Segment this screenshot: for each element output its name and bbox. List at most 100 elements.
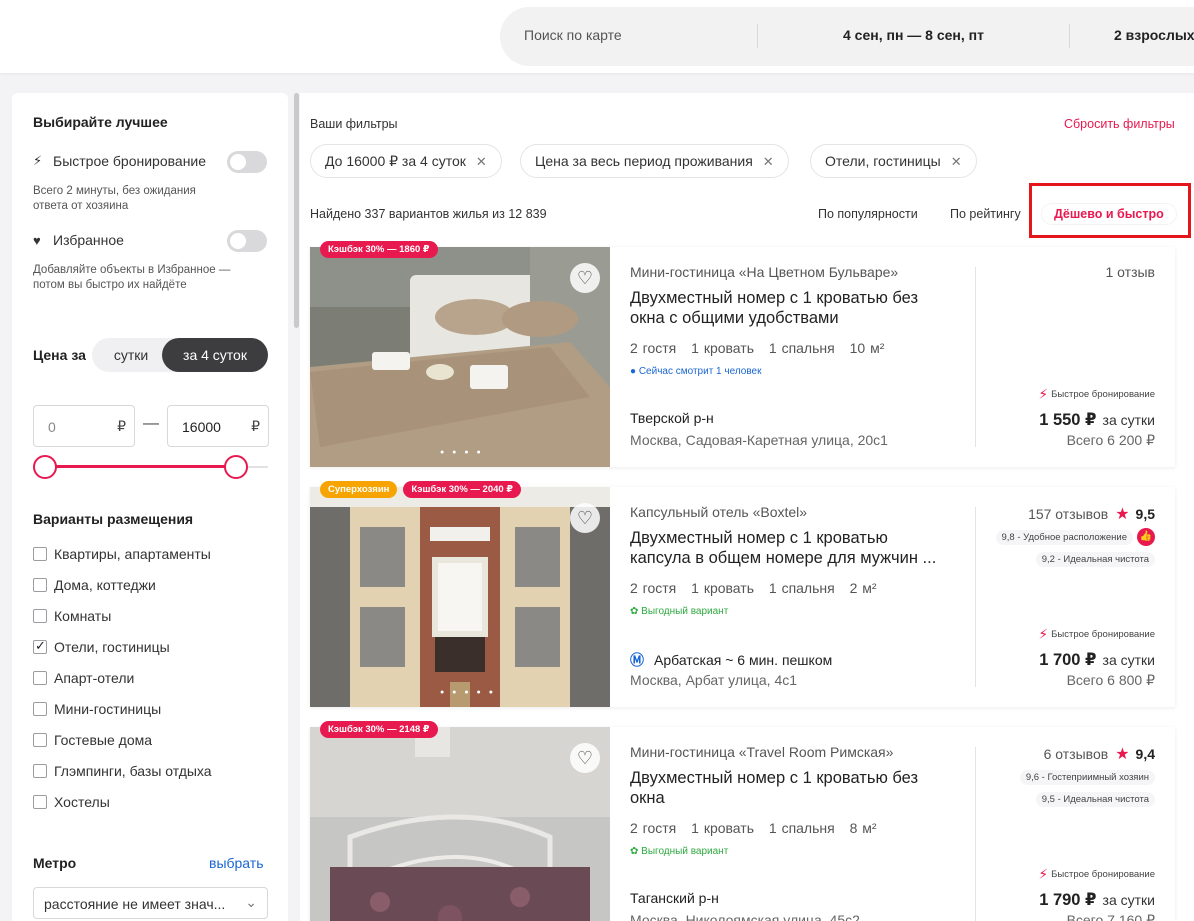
listing-type: Мини-гостиница «На Цветном Бульваре» bbox=[630, 264, 899, 280]
listing-specs: 2 гостя 1 кровать 1 спальня 8 м² bbox=[630, 820, 887, 836]
top-bar: Поиск по карте 4 сен, пн — 8 сен, пт 2 в… bbox=[0, 0, 1194, 73]
cashback-badge: Кэшбэк 30% — 1860 ₽ bbox=[320, 241, 438, 258]
results-count: Найдено 337 вариантов жилья из 12 839 bbox=[310, 207, 547, 221]
checkbox[interactable] bbox=[33, 795, 47, 809]
thumbs-up-icon: 👍 bbox=[1137, 528, 1155, 546]
accommodation-option[interactable]: Отели, гостиницы bbox=[33, 638, 170, 655]
accommodation-option[interactable]: Глэмпинги, базы отдыха bbox=[33, 763, 212, 779]
fast-booking-note: Всего 2 минуты, без ожидания ответа от х… bbox=[33, 185, 196, 212]
listing-title[interactable]: Двухместный номер с 1 кроватью капсула в… bbox=[630, 528, 950, 568]
rating-score: 9,5 bbox=[1135, 506, 1155, 522]
checkbox[interactable] bbox=[33, 702, 47, 716]
listing-card[interactable]: ♡ ● ● ● ● ● Суперхозяин Кэшбэк 30% — 204… bbox=[310, 481, 1175, 707]
favorite-heart-icon[interactable]: ♡ bbox=[570, 503, 600, 533]
price-min-value: 0 bbox=[48, 419, 56, 435]
accommodation-option[interactable]: Апарт-отели bbox=[33, 670, 134, 686]
checkbox[interactable] bbox=[33, 733, 47, 747]
checkbox[interactable] bbox=[33, 638, 47, 654]
reviews-label: 6 отзывов bbox=[1043, 746, 1109, 762]
accommodation-option[interactable]: Квартиры, апартаменты bbox=[33, 546, 211, 562]
price-slider-max-handle[interactable] bbox=[224, 455, 248, 479]
listing-total: Всего 6 200 ₽ bbox=[1066, 432, 1155, 448]
filters-sidebar: Выбирайте лучшее ⚡ Быстрое бронирование … bbox=[12, 93, 288, 921]
rating-score: 9,4 bbox=[1135, 746, 1155, 762]
checkbox[interactable] bbox=[33, 578, 47, 592]
listing-district: Тверской р-н bbox=[630, 410, 714, 426]
accommodation-option-label: Мини-гостиницы bbox=[54, 701, 162, 717]
photo-pagination[interactable]: ● ● ● ● bbox=[440, 449, 484, 456]
map-search-button[interactable]: Поиск по карте bbox=[524, 27, 622, 43]
reviews-count[interactable]: 6 отзывов ★ 9,4 bbox=[1044, 744, 1155, 764]
reviews-count[interactable]: 1 отзыв bbox=[1106, 264, 1156, 280]
filter-chip[interactable]: Цена за весь период проживания ✕ bbox=[520, 144, 789, 178]
range-dash: — bbox=[143, 415, 159, 432]
spec-beds: 1 кровать bbox=[691, 580, 754, 596]
price-per: за сутки bbox=[1102, 412, 1155, 428]
listing-total: Всего 6 800 ₽ bbox=[1066, 672, 1155, 688]
sidebar-scrollbar[interactable] bbox=[294, 93, 299, 328]
price-slider-min-handle[interactable] bbox=[33, 455, 57, 479]
price-per-day-option[interactable]: сутки bbox=[98, 338, 164, 372]
favorites-note: Добавляйте объекты в Избранное — потом в… bbox=[33, 264, 231, 291]
close-icon[interactable]: ✕ bbox=[951, 154, 962, 169]
metro-distance-select[interactable]: расстояние не имеет знач... ⌄ bbox=[33, 887, 268, 919]
accommodation-option-label: Хостелы bbox=[54, 794, 110, 810]
close-icon[interactable]: ✕ bbox=[476, 154, 487, 169]
subscore-host: 9,6 - Гостеприимный хозяин bbox=[1019, 770, 1155, 785]
filter-chip-label: До 16000 ₽ за 4 суток bbox=[325, 153, 466, 169]
divider bbox=[975, 507, 976, 687]
lightning-icon: ⚡ bbox=[33, 153, 43, 168]
listing-card[interactable]: ♡ Кэшбэк 30% — 2148 ₽ Мини-гостиница «Tr… bbox=[310, 721, 1175, 921]
price-per-period-option[interactable]: за 4 суток bbox=[162, 338, 268, 372]
chevron-down-icon: ⌄ bbox=[245, 894, 257, 910]
metro-select-link[interactable]: выбрать bbox=[209, 855, 264, 871]
checkbox[interactable] bbox=[33, 764, 47, 778]
listing-photo[interactable]: ♡ bbox=[310, 727, 610, 921]
spec-beds: 1 кровать bbox=[691, 820, 754, 836]
checkbox[interactable] bbox=[33, 609, 47, 623]
close-icon[interactable]: ✕ bbox=[763, 154, 774, 169]
sort-popularity[interactable]: По популярности bbox=[818, 207, 918, 221]
price-max-value: 16000 bbox=[182, 419, 221, 435]
filter-chip[interactable]: Отели, гостиницы ✕ bbox=[810, 144, 977, 178]
reviews-label: 1 отзыв bbox=[1105, 264, 1156, 280]
lightning-icon: ⚡ bbox=[1038, 386, 1049, 402]
price-min-input[interactable]: 0 ₽ bbox=[33, 405, 135, 447]
price-value: 1 790 ₽ bbox=[1039, 891, 1097, 909]
accommodation-option[interactable]: Хостелы bbox=[33, 794, 110, 810]
guests-field[interactable]: 2 взрослых bbox=[1114, 27, 1194, 43]
price-value: 1 550 ₽ bbox=[1039, 411, 1097, 429]
reviews-count[interactable]: 157 отзывов ★ 9,5 bbox=[1028, 504, 1155, 524]
listing-title[interactable]: Двухместный номер с 1 кроватью без окна bbox=[630, 768, 950, 808]
accommodation-option[interactable]: Дома, коттеджи bbox=[33, 577, 156, 593]
dates-field[interactable]: 4 сен, пн — 8 сен, пт bbox=[843, 27, 984, 43]
filter-chip[interactable]: До 16000 ₽ за 4 суток ✕ bbox=[310, 144, 502, 178]
metro-distance-value: расстояние не имеет знач... bbox=[44, 896, 226, 912]
photo-pagination[interactable]: ● ● ● ● ● bbox=[440, 689, 496, 696]
checkbox[interactable] bbox=[33, 547, 47, 561]
search-bar: Поиск по карте 4 сен, пн — 8 сен, пт 2 в… bbox=[500, 7, 1194, 66]
accommodation-option[interactable]: Гостевые дома bbox=[33, 732, 152, 748]
accommodation-option[interactable]: Мини-гостиницы bbox=[33, 701, 161, 717]
metro-station: Арбатская ~ 6 мин. пешком bbox=[654, 652, 833, 668]
listing-card[interactable]: ♡ ● ● ● ● Кэшбэк 30% — 1860 ₽ Мини-гости… bbox=[310, 241, 1175, 467]
listing-photo[interactable]: ♡ ● ● ● ● bbox=[310, 247, 610, 467]
favorite-heart-icon[interactable]: ♡ bbox=[570, 263, 600, 293]
listing-title[interactable]: Двухместный номер с 1 кроватью без окна … bbox=[630, 288, 950, 328]
favorites-toggle[interactable] bbox=[227, 230, 267, 252]
lightning-icon: ⚡ bbox=[1038, 866, 1049, 882]
reset-filters-link[interactable]: Сбросить фильтры bbox=[1064, 117, 1175, 131]
favorite-heart-icon[interactable]: ♡ bbox=[570, 743, 600, 773]
viewing-now-note: ● Сейчас смотрит 1 человек bbox=[630, 366, 762, 377]
spec-area: 8 м² bbox=[849, 820, 877, 836]
listing-photo[interactable]: ♡ ● ● ● ● ● bbox=[310, 487, 610, 707]
accommodation-option[interactable]: Комнаты bbox=[33, 608, 111, 624]
checkbox[interactable] bbox=[33, 671, 47, 685]
sort-rating[interactable]: По рейтингу bbox=[950, 207, 1021, 221]
star-icon: ★ bbox=[1115, 746, 1130, 763]
fast-booking-tag: ⚡ Быстрое бронирование bbox=[1038, 866, 1155, 883]
price-max-input[interactable]: 16000 ₽ bbox=[167, 405, 269, 447]
listing-specs: 2 гостя 1 кровать 1 спальня 10 м² bbox=[630, 340, 894, 356]
price-for-label: Цена за bbox=[33, 347, 86, 363]
fast-booking-toggle[interactable] bbox=[227, 151, 267, 173]
